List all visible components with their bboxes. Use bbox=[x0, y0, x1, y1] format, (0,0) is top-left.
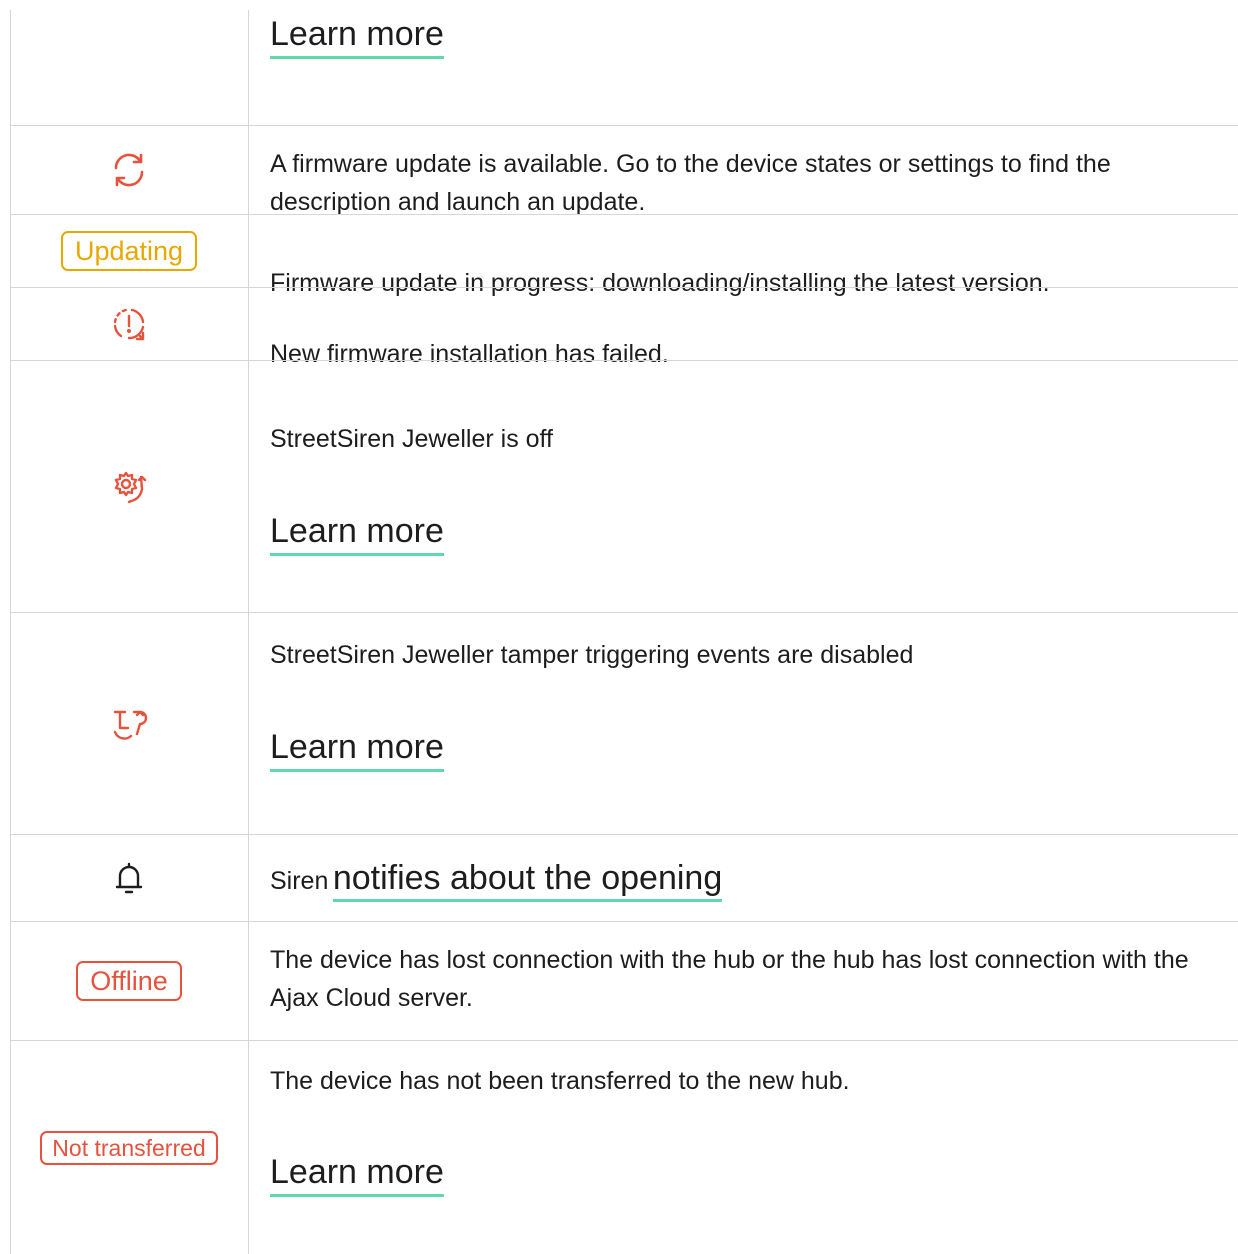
row-description: Firmware update in progress: downloading… bbox=[270, 269, 1050, 297]
table-row: The device has not been transferred to t… bbox=[270, 1062, 1220, 1197]
row-description: A firmware update is available. Go to th… bbox=[270, 150, 1111, 216]
learn-more-link[interactable]: Learn more bbox=[270, 727, 444, 772]
learn-more-link[interactable]: Learn more bbox=[270, 14, 444, 59]
bell-icon bbox=[10, 835, 248, 921]
table-row: The device has lost connection with the … bbox=[270, 941, 1220, 1017]
row-description: The device has lost connection with the … bbox=[270, 946, 1189, 1012]
tamper-disabled-icon bbox=[10, 613, 248, 834]
table-row: Firmware update in progress: downloading… bbox=[270, 264, 1220, 302]
row-description: StreetSiren Jeweller is off bbox=[270, 425, 553, 453]
table-row: Siren notifies about the opening bbox=[270, 858, 1220, 902]
status-badge-updating: Updating bbox=[60, 231, 198, 271]
table-row: StreetSiren Jeweller tamper triggering e… bbox=[270, 636, 1220, 772]
refresh-icon bbox=[10, 126, 248, 214]
update-failed-icon bbox=[10, 288, 248, 360]
table-row: A firmware update is available. Go to th… bbox=[270, 145, 1220, 221]
row-description: StreetSiren Jeweller tamper triggering e… bbox=[270, 641, 914, 669]
row-description: The device has not been transferred to t… bbox=[270, 1067, 850, 1095]
status-badge-not-transferred: Not transferred bbox=[40, 1130, 218, 1165]
table-column-divider bbox=[248, 10, 249, 1254]
learn-more-link[interactable]: Learn more bbox=[270, 511, 444, 556]
status-badge-offline: Offline bbox=[76, 961, 182, 1001]
learn-more-link[interactable]: Learn more bbox=[270, 1152, 444, 1197]
updating-badge-cell: Updating bbox=[10, 215, 248, 287]
offline-badge-cell: Offline bbox=[10, 922, 248, 1040]
row-description: Siren bbox=[270, 867, 329, 895]
row-description: New firmware installation has failed. bbox=[270, 340, 669, 368]
jeweller-off-icon bbox=[10, 361, 248, 612]
table-row: New firmware installation has failed. bbox=[270, 335, 1220, 373]
not-transferred-badge-cell: Not transferred bbox=[10, 1041, 248, 1254]
table-row: Learn more bbox=[270, 14, 1220, 59]
table-row: StreetSiren Jeweller is off Learn more bbox=[270, 420, 1220, 556]
notifies-link[interactable]: notifies about the opening bbox=[332, 859, 723, 902]
